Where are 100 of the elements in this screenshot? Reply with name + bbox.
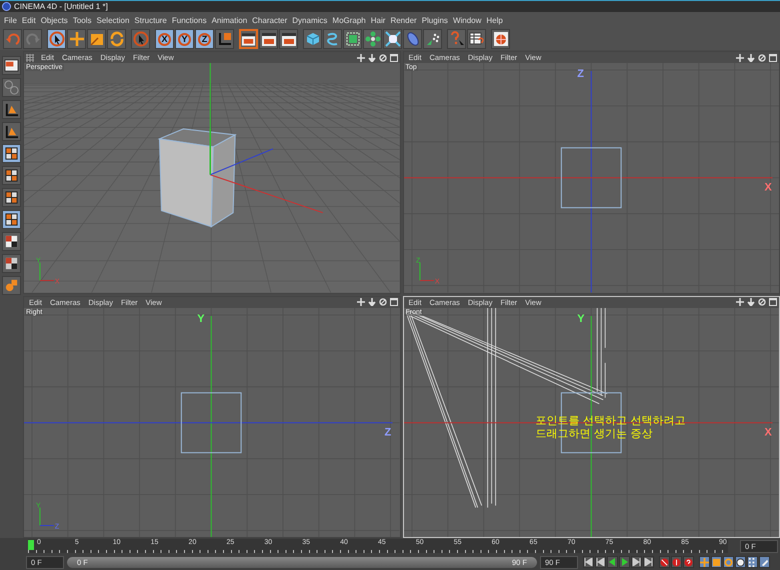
sphere-logo-icon [2, 2, 11, 11]
menu-item[interactable]: Objects [38, 16, 71, 24]
toolbar-button[interactable] [467, 29, 486, 49]
maximize-icon[interactable] [769, 54, 777, 62]
key-button[interactable] [747, 556, 758, 568]
menu-item[interactable]: Hair [368, 16, 388, 24]
maximize-icon[interactable] [769, 298, 777, 306]
toolbar-button[interactable] [303, 29, 322, 49]
playback-button[interactable] [631, 556, 642, 568]
axis-lock-button[interactable]: X [155, 29, 174, 49]
axis-label: Y [197, 312, 205, 324]
mode-button[interactable] [2, 166, 20, 185]
maximize-icon[interactable] [390, 298, 398, 306]
mode-button[interactable] [2, 188, 20, 207]
axis-lock-button[interactable]: Y [175, 29, 194, 49]
toolbar-button[interactable] [215, 29, 234, 49]
toolbar-button[interactable] [67, 29, 86, 49]
menu-item[interactable]: Animation [210, 16, 250, 24]
move-icon [68, 31, 84, 47]
axis-label: X [764, 182, 772, 194]
axis-corner-icon [4, 124, 18, 139]
toolbar-button[interactable] [491, 29, 510, 49]
down-arrow-icon[interactable] [747, 54, 755, 62]
key-button[interactable] [699, 556, 710, 568]
mode-button[interactable] [2, 100, 20, 119]
undo-icon [4, 31, 20, 47]
menu-item[interactable]: Character [250, 16, 290, 24]
toolbar-button[interactable] [107, 29, 126, 49]
playback-button[interactable] [595, 556, 606, 568]
toolbar-button[interactable] [87, 29, 106, 49]
mode-button[interactable] [2, 144, 20, 163]
toolbar-button[interactable] [131, 29, 150, 49]
key-button[interactable] [711, 556, 722, 568]
cube-outline [560, 147, 622, 208]
ellipse-icon [404, 31, 420, 47]
menu-item[interactable]: File [2, 16, 20, 24]
down-arrow-icon[interactable] [747, 298, 755, 306]
menu-item[interactable]: Structure [132, 16, 170, 24]
key-button[interactable] [723, 556, 734, 568]
playback-button[interactable] [643, 556, 654, 568]
toolbar-button[interactable] [47, 29, 66, 49]
mode-button[interactable] [2, 210, 20, 229]
mode-button[interactable] [2, 56, 20, 75]
axis-corner-icon [216, 31, 232, 47]
checker-icon [4, 234, 18, 249]
cube-icon [304, 31, 320, 47]
key-button[interactable] [735, 556, 746, 568]
object-axis-icon [4, 102, 18, 117]
question-arrow-icon [448, 31, 464, 47]
move-icon[interactable] [356, 298, 364, 306]
menu-item[interactable]: Dynamics [290, 16, 330, 24]
record-button[interactable] [683, 556, 694, 568]
down-arrow-icon[interactable] [368, 298, 376, 306]
toolbar-button[interactable] [383, 29, 402, 49]
checker-icon [4, 256, 18, 271]
record-button[interactable] [659, 556, 670, 568]
playback-button[interactable] [607, 556, 618, 568]
clapperboard-icon [260, 31, 276, 47]
axis-label: Y [576, 312, 584, 324]
toolbar-button[interactable] [363, 29, 382, 49]
mode-button[interactable] [2, 232, 20, 251]
menu-item[interactable]: Edit [20, 16, 39, 24]
toolbar-button[interactable] [323, 29, 342, 49]
record-button[interactable] [671, 556, 682, 568]
toolbar-button[interactable] [279, 29, 298, 49]
key-button[interactable] [759, 556, 770, 568]
maximize-icon[interactable] [390, 54, 398, 62]
menu-item[interactable]: Selection [94, 16, 132, 24]
record-icon [672, 558, 681, 566]
mode-button[interactable] [2, 254, 20, 273]
toolbar-button[interactable] [423, 29, 442, 49]
toolbar-button[interactable] [343, 29, 362, 49]
sphere-group-icon [4, 80, 18, 95]
step-back-icon [596, 558, 605, 566]
move-icon[interactable] [736, 298, 744, 306]
skip-start-icon [584, 558, 593, 566]
mode-button[interactable] [2, 122, 20, 141]
step-forward-icon [632, 558, 641, 566]
move-icon[interactable] [736, 54, 744, 62]
menu-item[interactable]: Functions [170, 16, 210, 24]
menu-item[interactable]: Render [388, 16, 420, 24]
particles-icon [424, 31, 440, 47]
y-axis-handle [210, 128, 211, 175]
skip-end-icon [644, 558, 653, 566]
menu-item[interactable]: MoGraph [330, 16, 369, 24]
menu-item[interactable]: Plugins [420, 16, 451, 24]
playback-button[interactable] [583, 556, 594, 568]
toolbar-button[interactable] [239, 29, 258, 49]
down-arrow-icon[interactable] [368, 54, 376, 62]
axis-label: Z [576, 68, 584, 80]
z-axis-line [210, 148, 274, 176]
key-key-icon [760, 558, 769, 566]
playback-button[interactable] [619, 556, 630, 568]
move-icon[interactable] [356, 54, 364, 62]
rotate-key-icon [724, 558, 733, 566]
menu-item[interactable]: Help [484, 16, 506, 24]
toolbar-button[interactable] [259, 29, 278, 49]
menu-item[interactable]: Tools [70, 16, 94, 24]
axis-lock-button[interactable]: Z [195, 29, 214, 49]
menu-item[interactable]: Window [450, 16, 484, 24]
